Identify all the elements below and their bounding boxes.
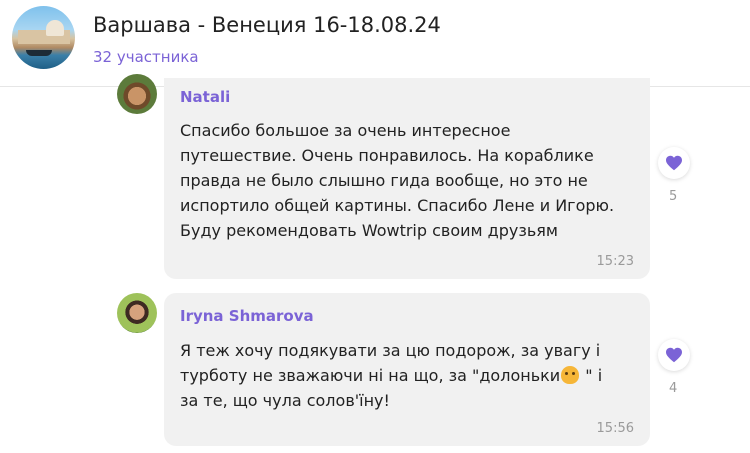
- reaction-button[interactable]: [658, 339, 690, 371]
- chat-avatar[interactable]: [12, 6, 75, 69]
- heart-icon: [666, 347, 682, 363]
- avatar[interactable]: [117, 293, 157, 333]
- message-line: правда не было слышно гида вообще, но эт…: [180, 171, 588, 190]
- reaction-count: 4: [669, 381, 678, 396]
- message-line: путешествие. Очень понравилось. На кораб…: [180, 146, 594, 165]
- avatar-boat: [26, 50, 52, 56]
- message-line: Буду рекомендовать Wowtrip своим друзьям: [180, 221, 558, 240]
- message-time: 15:56: [596, 421, 634, 436]
- avatar[interactable]: [117, 74, 157, 114]
- message-line-part: " і: [580, 366, 603, 385]
- message-line-part: турботу не зважаючи ні на що, за "долонь…: [180, 366, 561, 385]
- message-line: испортило общей картины. Спасибо Лене и …: [180, 196, 615, 215]
- message-bubble: Natali Спасибо большое за очень интересн…: [164, 78, 650, 279]
- message-sender[interactable]: Natali: [180, 88, 230, 106]
- reaction-button[interactable]: [658, 147, 690, 179]
- message-line: за те, що чула солов'їну!: [180, 391, 390, 410]
- message-bubble: Iryna Shmarova Я теж хочу подякувати за …: [164, 293, 650, 446]
- message-sender[interactable]: Iryna Shmarova: [180, 307, 314, 325]
- chat-title[interactable]: Варшава - Венеция 16-18.08.24: [93, 13, 441, 37]
- message-line: Спасибо большое за очень интересное: [180, 121, 511, 140]
- avatar-dome: [46, 20, 64, 36]
- message-line: турботу не зважаючи ні на що, за "долонь…: [180, 363, 640, 388]
- reaction-count: 5: [669, 189, 678, 204]
- emoji-icon: [561, 366, 580, 384]
- message-text: Я теж хочу подякувати за цю подорож, за …: [180, 338, 640, 413]
- message-text: Спасибо большое за очень интересное путе…: [180, 118, 640, 243]
- participants-count[interactable]: 32 участника: [93, 48, 199, 66]
- message-line: Я теж хочу подякувати за цю подорож, за …: [180, 341, 601, 360]
- heart-icon: [666, 155, 682, 171]
- message-time: 15:23: [596, 254, 634, 269]
- chat-header: Варшава - Венеция 16-18.08.24 32 участни…: [0, 0, 750, 87]
